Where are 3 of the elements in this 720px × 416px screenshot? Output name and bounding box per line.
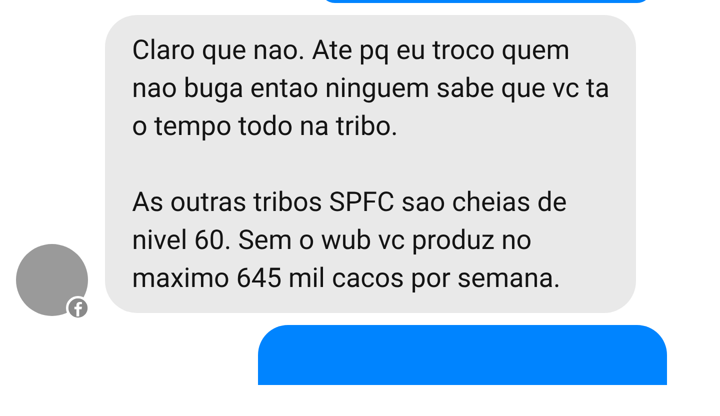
message-text: As outras tribos SPFC sao cheias de nivel 60. Sem o wub vc produz no maximo 645 mil cacos por semana.	[132, 185, 568, 296]
facebook-icon	[66, 296, 90, 320]
message-text: Claro que nao. Ate pq eu troco quem nao buga entao ninguem sabe que vc ta o tempo todo na tribo.	[132, 33, 611, 144]
